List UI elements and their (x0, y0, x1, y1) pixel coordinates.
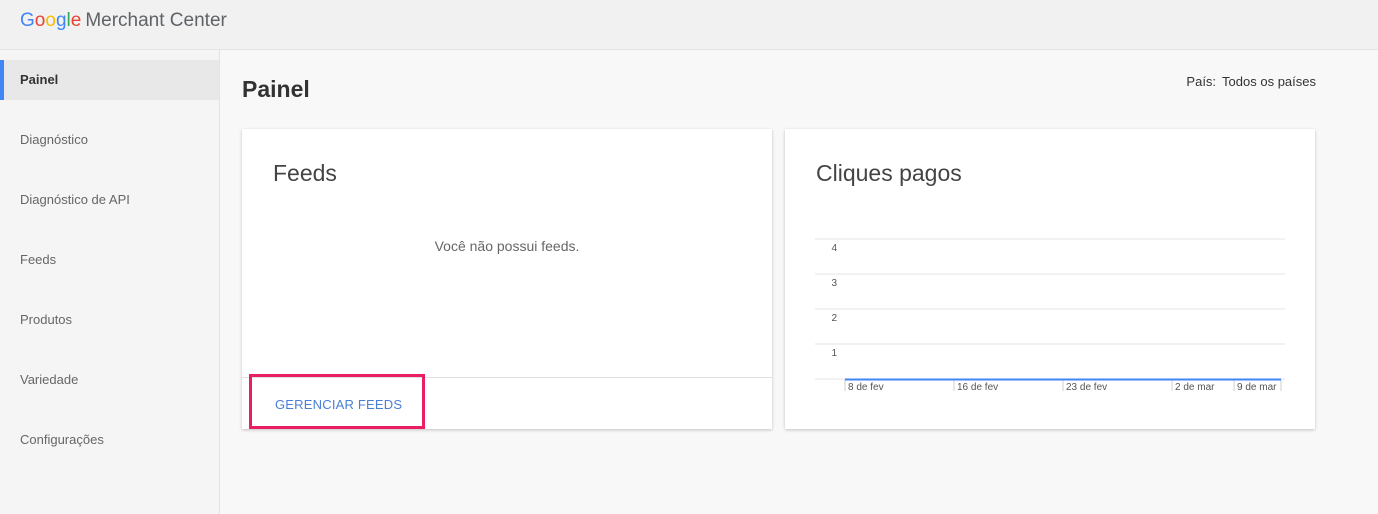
x-tick-label: 8 de fev (848, 382, 884, 393)
country-selector[interactable]: País: Todos os países (1186, 74, 1316, 89)
page-title: Painel (242, 76, 310, 102)
sidebar-item-variedade[interactable]: Variedade (0, 360, 219, 400)
x-tick-label: 2 de mar (1175, 382, 1215, 393)
paid-clicks-card: Cliques pagos 12348 de fev 16 de fev 23 de… (785, 129, 1315, 429)
x-tick-label: 23 de fev (1066, 382, 1107, 393)
sidebar-item-feeds[interactable]: Feeds (0, 240, 219, 280)
feeds-card-title: Feeds (273, 160, 337, 186)
sidebar-item-diagnostico[interactable]: Diagnóstico (0, 120, 219, 160)
sidebar-item-configuracoes[interactable]: Configurações (0, 420, 219, 460)
merchant-center-logo[interactable]: Google Merchant Center (20, 10, 227, 32)
sidebar-item-painel[interactable]: Painel (0, 60, 219, 100)
x-tick-label: 9 de mar (1237, 382, 1277, 393)
y-tick-label: 3 (831, 278, 837, 289)
y-tick-label: 4 (831, 243, 837, 254)
manage-feeds-label: GERENCIAR FEEDS (275, 397, 403, 412)
sidebar: Painel Diagnóstico Diagnóstico de API Fe… (0, 50, 220, 514)
manage-feeds-button[interactable]: GERENCIAR FEEDS (249, 374, 425, 429)
sidebar-item-diagnostico-api[interactable]: Diagnóstico de API (0, 180, 219, 220)
sidebar-item-produtos[interactable]: Produtos (0, 300, 219, 340)
y-tick-label: 2 (831, 313, 837, 324)
product-name: Merchant Center (85, 10, 227, 31)
y-tick-label: 1 (831, 348, 837, 359)
top-bar: Google Merchant Center (0, 0, 1378, 50)
x-tick-label: 16 de fev (957, 382, 998, 393)
empty-feeds-message: Você não possui feeds. (434, 238, 580, 254)
country-value: Todos os países (1222, 74, 1316, 89)
country-label: País: (1186, 74, 1217, 89)
feeds-card: Feeds Você não possui feeds. GERENCIAR F… (242, 129, 772, 429)
paid-clicks-chart: 1 2 3 4 8 de fev 16 de fev 23 de fev 2 de mar 9 … (815, 238, 1285, 393)
